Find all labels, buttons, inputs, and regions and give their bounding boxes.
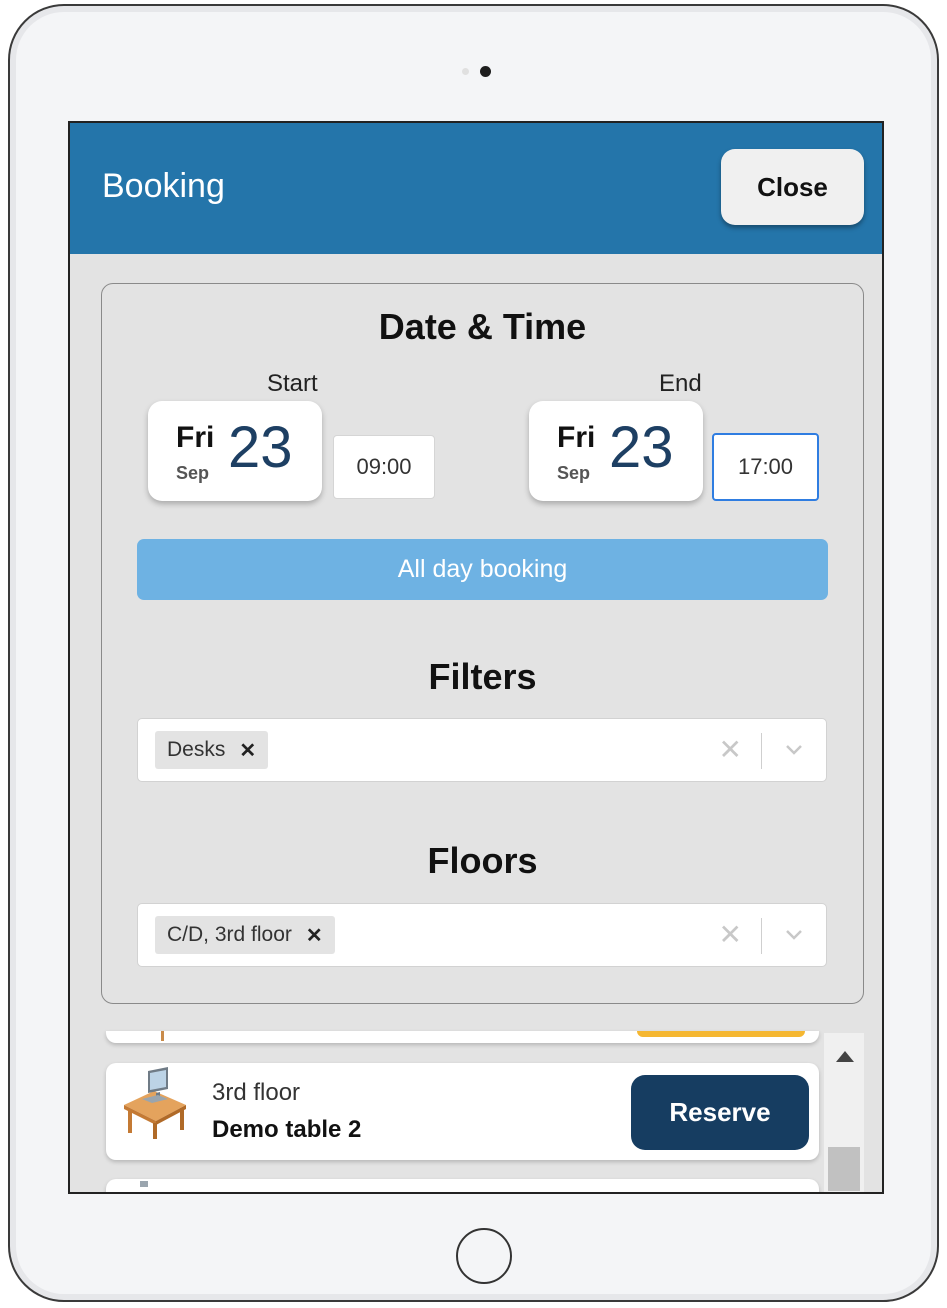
desk-leg-fragment [161, 1031, 164, 1041]
filters-heading: Filters [428, 656, 537, 697]
reserve-button[interactable]: Reserve [631, 1075, 809, 1150]
start-day-number: 23 [228, 415, 293, 480]
all-day-booking-button[interactable]: All day booking [137, 539, 828, 600]
select-divider [761, 918, 762, 954]
end-date-picker[interactable]: Fri Sep 23 [529, 401, 703, 501]
header-bar: Booking Close [70, 123, 882, 254]
start-month: Sep [176, 463, 210, 483]
chevron-down-icon[interactable] [780, 735, 808, 763]
start-label: Start [267, 370, 318, 397]
scroll-up-arrow-icon[interactable] [836, 1051, 854, 1062]
camera-icon [480, 66, 491, 77]
close-button[interactable]: Close [721, 149, 864, 225]
clear-icon[interactable]: ✕ [719, 733, 742, 766]
partial-action-button[interactable] [637, 1031, 805, 1037]
end-day-number: 23 [609, 415, 674, 480]
floor-chip-label: C/D, 3rd floor [167, 923, 292, 946]
floor-chip: C/D, 3rd floor ✕ [155, 916, 335, 954]
filters-select[interactable]: Desks ✕ ✕ [137, 718, 827, 782]
start-date-picker[interactable]: Fri Sep 23 [148, 401, 322, 501]
page-title: Booking [102, 167, 225, 205]
end-day-of-week: Fri [557, 421, 596, 454]
end-month: Sep [557, 463, 591, 483]
desk-icon [124, 1067, 186, 1139]
end-time-input[interactable] [712, 433, 819, 501]
start-day-of-week: Fri [176, 421, 215, 454]
floors-heading: Floors [427, 840, 538, 881]
remove-chip-icon[interactable]: ✕ [239, 738, 256, 763]
end-label: End [659, 370, 702, 397]
filter-chip: Desks ✕ [155, 731, 269, 769]
remove-chip-icon[interactable]: ✕ [306, 923, 323, 948]
sensor-dot [462, 68, 469, 75]
list-item-partial-next [106, 1179, 819, 1192]
list-item-name: Demo table 2 [212, 1116, 362, 1143]
list-item-floor: 3rd floor [212, 1079, 301, 1106]
home-button[interactable] [456, 1228, 512, 1284]
chevron-down-icon[interactable] [780, 920, 808, 948]
desk-icon-fragment [140, 1181, 148, 1187]
scrollbar-thumb[interactable] [828, 1147, 860, 1191]
clear-icon[interactable]: ✕ [719, 918, 742, 951]
filter-chip-label: Desks [167, 738, 226, 761]
booking-options-panel: Date & Time Start End Fri Sep 23 Fri Sep… [101, 283, 864, 1004]
date-time-heading: Date & Time [378, 306, 587, 347]
app-screen: Booking Close Date & Time Start End Fri … [68, 121, 884, 1194]
start-time-input[interactable] [333, 435, 435, 499]
list-item-partial [106, 1031, 819, 1043]
select-divider [761, 733, 762, 769]
floors-select[interactable]: C/D, 3rd floor ✕ ✕ [137, 903, 827, 967]
